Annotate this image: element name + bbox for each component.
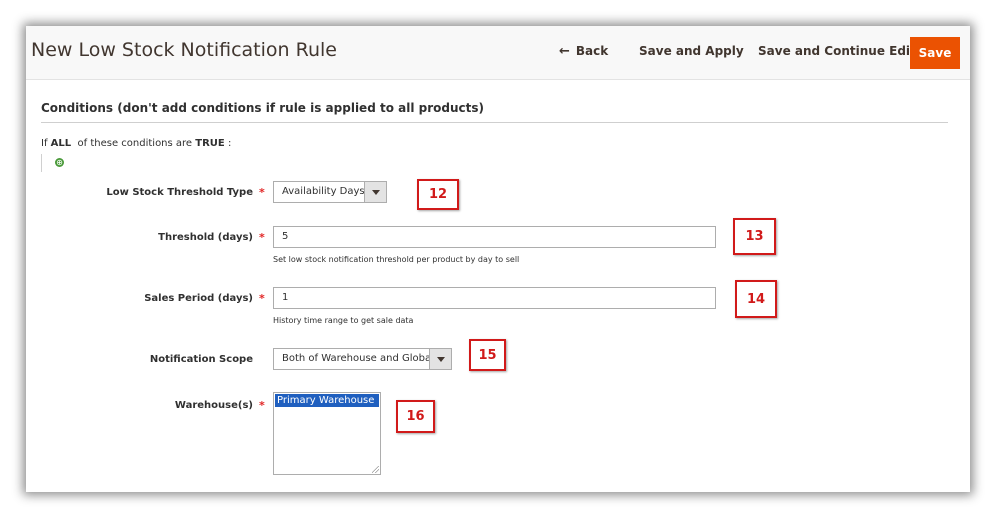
warehouses-label: Warehouse(s) <box>174 400 253 411</box>
conditions-suffix: : <box>227 138 232 149</box>
back-button[interactable]: ← Back <box>559 44 608 59</box>
threshold-note: Set low stock notification threshold per… <box>273 255 520 264</box>
save-button[interactable]: Save <box>910 37 960 69</box>
conditions-tree-line <box>41 154 42 172</box>
sales-period-input[interactable]: 1 <box>273 287 716 309</box>
warehouse-option[interactable]: Primary Warehouse <box>275 394 379 407</box>
required-mark: * <box>259 399 265 412</box>
threshold-label: Threshold (days) <box>158 232 253 243</box>
sales-period-note: History time range to get sale data <box>273 316 414 325</box>
page-header: New Low Stock Notification Rule ← Back Sa… <box>26 26 970 80</box>
threshold-type-select[interactable]: Availability Days <box>273 181 387 203</box>
dropdown-toggle[interactable] <box>364 182 386 202</box>
conditions-middle: of these conditions are <box>77 138 193 149</box>
chevron-down-icon <box>371 189 380 195</box>
conditions-section-title: Conditions (don't add conditions if rule… <box>41 101 484 115</box>
chevron-down-icon <box>436 356 445 362</box>
dropdown-toggle[interactable] <box>429 349 451 369</box>
back-label: Back <box>575 44 609 58</box>
value-toggle[interactable]: TRUE <box>195 138 224 149</box>
conditions-prefix: If <box>41 138 48 149</box>
save-and-continue-button[interactable]: Save and Continue Edit <box>758 44 916 58</box>
callout-16: 16 <box>396 400 435 433</box>
add-condition-icon[interactable]: ⊕ <box>55 158 64 167</box>
aggregator-toggle[interactable]: ALL <box>51 138 71 149</box>
scope-label: Notification Scope <box>149 354 253 365</box>
scope-value: Both of Warehouse and Global <box>282 353 434 364</box>
page-title: New Low Stock Notification Rule <box>31 39 337 61</box>
callout-12: 12 <box>417 179 459 210</box>
divider <box>41 122 948 123</box>
threshold-type-label: Low Stock Threshold Type <box>106 187 253 198</box>
warehouses-multiselect[interactable]: Primary Warehouse <box>273 392 381 475</box>
scope-select[interactable]: Both of Warehouse and Global <box>273 348 452 370</box>
callout-14: 14 <box>735 280 777 318</box>
resize-handle[interactable] <box>372 466 379 473</box>
save-and-apply-button[interactable]: Save and Apply <box>639 44 744 58</box>
required-mark: * <box>259 292 265 305</box>
required-mark: * <box>259 231 265 244</box>
threshold-type-value: Availability Days <box>282 186 365 197</box>
callout-13: 13 <box>733 218 776 255</box>
threshold-input[interactable]: 5 <box>273 226 716 248</box>
sales-period-label: Sales Period (days) <box>144 293 253 304</box>
arrow-left-icon: ← <box>559 44 570 59</box>
callout-15: 15 <box>469 339 506 371</box>
required-mark: * <box>259 186 265 199</box>
app-window: New Low Stock Notification Rule ← Back Sa… <box>26 26 970 492</box>
conditions-statement: If ALL of these conditions are TRUE : <box>41 138 231 149</box>
